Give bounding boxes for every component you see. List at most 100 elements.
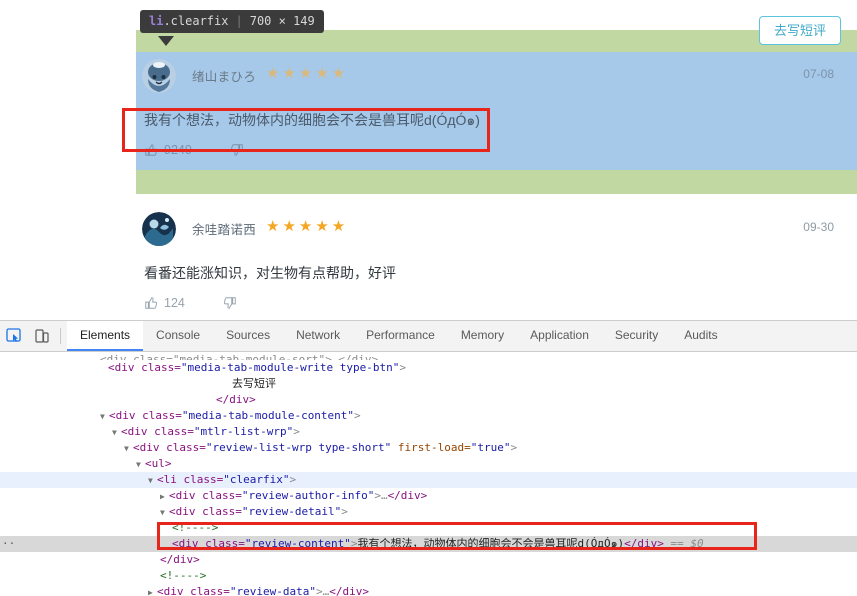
dom-clipped-text: <div class="media-tab-module-sort">…</di… — [100, 353, 379, 360]
tab-performance[interactable]: Performance — [353, 321, 448, 351]
dom-tag-close: </div> — [387, 489, 428, 502]
tab-application[interactable]: Application — [517, 321, 602, 351]
web-page-area: 绪山まひろ ★★★★★ 07-08 我有个想法，动物体内的细胞会不会是兽耳呢d(… — [0, 0, 857, 320]
dom-tag-open: <div class= — [133, 441, 206, 454]
dom-gt: > — [293, 425, 300, 438]
dom-attr-value-2: "true" — [470, 441, 511, 454]
expand-triangle-icon[interactable]: ▼ — [136, 457, 145, 473]
comment-header: 余哇踏诺西 ★★★★★ 09-30 — [136, 208, 836, 252]
comment-author[interactable]: 余哇踏诺西 — [192, 219, 256, 238]
comment-date: 07-08 — [803, 67, 834, 81]
expand-triangle-icon[interactable]: ▼ — [160, 505, 169, 521]
dom-gt: > — [341, 505, 348, 518]
rating-stars: ★★★★★ — [266, 218, 349, 235]
dom-tag-open: <div class= — [169, 489, 242, 502]
comment-footer: 124 — [136, 296, 836, 320]
dom-tag-close: </div> — [216, 393, 256, 406]
dom-tag-open: <div class= — [169, 505, 242, 518]
dom-tag-li: <li class= — [157, 473, 224, 486]
tab-security[interactable]: Security — [602, 321, 671, 351]
tab-memory[interactable]: Memory — [448, 321, 517, 351]
comment-date: 09-30 — [803, 220, 834, 234]
annotation-box-page — [122, 108, 490, 152]
tab-network[interactable]: Network — [283, 321, 353, 351]
dom-tag-ul: <ul> — [145, 457, 172, 470]
tab-sources[interactable]: Sources — [213, 321, 283, 351]
thumbs-up-icon — [145, 297, 158, 309]
dom-html-comment: <!----> — [160, 569, 207, 582]
dom-gt: > — [510, 441, 518, 454]
dom-attr-value: "review-data" — [229, 585, 316, 596]
expand-triangle-icon[interactable]: ▼ — [124, 441, 133, 457]
dom-node-review-detail[interactable]: ▼ <div class="review-detail"> — [0, 504, 857, 520]
dom-gt: > — [354, 409, 361, 422]
dom-attr-value: "review-detail" — [241, 505, 342, 518]
devtools-panel: Elements Console Sources Network Perform… — [0, 320, 857, 596]
selected-row-dots: ·· — [2, 537, 16, 550]
expand-triangle-icon[interactable]: ▼ — [112, 425, 121, 441]
screenshot-root: 绪山まひろ ★★★★★ 07-08 我有个想法，动物体内的细胞会不会是兽耳呢d(… — [0, 0, 857, 596]
tooltip-arrow — [158, 36, 174, 46]
tab-audits[interactable]: Audits — [671, 321, 730, 351]
dom-text-content: 去写短评 — [232, 377, 276, 390]
dom-node-review-list-wrp[interactable]: ▼ <div class="review-list-wrp type-short"… — [0, 440, 857, 456]
dom-attr-value: "review-list-wrp type-short" — [205, 441, 392, 454]
write-review-button[interactable]: 去写短评 — [758, 16, 841, 45]
dom-tree[interactable]: <div class="media-tab-module-sort">…</di… — [0, 352, 857, 596]
dom-node-detail-close[interactable]: </div> — [0, 552, 857, 568]
dom-node-review-data[interactable]: ▶ <div class="review-data">…</div> — [0, 584, 857, 596]
element-highlight-tooltip: li .clearfix | 700 × 149 — [140, 10, 324, 33]
dom-node-module-content[interactable]: ▼ <div class="media-tab-module-content"> — [0, 408, 857, 424]
avatar[interactable] — [142, 59, 176, 93]
dom-attr-name: first-load= — [397, 441, 471, 454]
dom-tag-close: </div> — [160, 553, 200, 566]
dom-attr-value: "review-author-info" — [241, 489, 375, 502]
dom-node-review-author-info[interactable]: ▶ <div class="review-author-info">…</div> — [0, 488, 857, 504]
comment-content: 看番还能涨知识，对生物有点帮助，好评 — [144, 265, 396, 281]
dom-ellipsis: … — [380, 489, 388, 502]
dom-attr-value: "media-tab-module-write type-btn" — [180, 361, 400, 374]
dislike-button[interactable] — [223, 296, 243, 310]
collapse-triangle-icon[interactable]: ▶ — [160, 489, 169, 505]
devtools-tab-bar: Elements Console Sources Network Perform… — [67, 321, 731, 351]
like-button[interactable]: 124 — [144, 296, 185, 310]
dom-node-close[interactable]: </div> — [0, 392, 857, 408]
dom-node-li-clearfix[interactable]: ▼ <li class="clearfix"> — [0, 472, 857, 488]
annotation-box-devtools — [157, 522, 757, 550]
dom-node-comment-close[interactable]: <!----> — [0, 568, 857, 584]
devtools-toolbar: Elements Console Sources Network Perform… — [0, 321, 857, 352]
dom-node-clipped[interactable]: <div class="media-tab-module-sort">…</di… — [0, 352, 857, 360]
dom-gt: > — [374, 489, 381, 502]
inspect-element-icon[interactable] — [0, 322, 28, 350]
toolbar-divider — [60, 328, 61, 344]
dom-tag-open: <div class= — [157, 585, 230, 596]
comment-item: 余哇踏诺西 ★★★★★ 09-30 看番还能涨知识，对生物有点帮助，好评 124 — [136, 208, 836, 320]
device-toolbar-icon[interactable] — [28, 322, 56, 350]
avatar[interactable] — [142, 212, 176, 246]
dom-node-text[interactable]: 去写短评 — [0, 376, 857, 392]
tooltip-separator: | — [235, 14, 243, 28]
tooltip-tag-name: li — [149, 14, 164, 28]
element-highlight-margin-top — [136, 30, 857, 52]
comment-header: 绪山まひろ ★★★★★ 07-08 — [136, 55, 836, 99]
dom-tag-open: <div class= — [108, 361, 181, 374]
tooltip-dimensions: 700 × 149 — [249, 14, 315, 28]
dom-node-ul[interactable]: ▼ <ul> — [0, 456, 857, 472]
dom-tag-close: </div> — [329, 585, 369, 596]
expand-triangle-icon[interactable]: ▼ — [148, 473, 157, 489]
dom-tag-open: <div class= — [121, 425, 194, 438]
dom-node-mtlr-list-wrp[interactable]: ▼ <div class="mtlr-list-wrp"> — [0, 424, 857, 440]
element-highlight-margin-bottom — [136, 170, 857, 194]
page-left-gutter — [0, 0, 136, 320]
dom-node-write-btn[interactable]: <div class="media-tab-module-write type-… — [0, 360, 857, 376]
tab-elements[interactable]: Elements — [67, 321, 144, 351]
comment-author[interactable]: 绪山まひろ — [192, 66, 256, 85]
dom-gt: > — [315, 585, 323, 596]
dom-attr-value: "clearfix" — [223, 473, 290, 486]
dom-attr-value: "media-tab-module-content" — [181, 409, 355, 422]
tooltip-class-name: .clearfix — [163, 14, 229, 28]
collapse-triangle-icon[interactable]: ▶ — [148, 585, 157, 596]
tab-console[interactable]: Console — [143, 321, 213, 351]
expand-triangle-icon[interactable]: ▼ — [100, 409, 109, 425]
like-count: 124 — [164, 296, 185, 310]
